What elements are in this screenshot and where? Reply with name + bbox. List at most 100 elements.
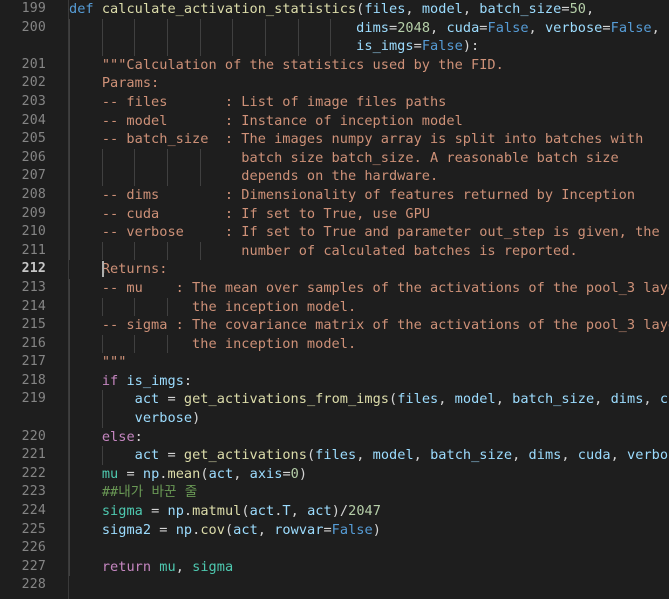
code-line[interactable]: 204 -- model : Instance of inception mod… xyxy=(0,111,669,131)
code-text[interactable]: """Calculation of the statistics used by… xyxy=(69,56,504,75)
code-text[interactable]: -- files : List of image files paths xyxy=(69,93,447,112)
code-token: ( xyxy=(241,503,250,520)
code-line[interactable]: 227 return mu, sigma xyxy=(0,557,669,577)
code-line[interactable]: 221 act = get_activations(files, model, … xyxy=(0,446,669,465)
code-text[interactable]: ##내가 바꾼 줄 xyxy=(69,483,197,502)
code-line[interactable]: 215 -- sigma : The covariance matrix of … xyxy=(0,316,669,335)
code-line[interactable]: is_imgs=False): xyxy=(0,37,669,56)
code-line[interactable]: 214 the inception model. xyxy=(0,297,669,317)
line-number: 219 xyxy=(21,391,46,407)
code-line[interactable]: 222 mu = np.mean(act, axis=0) xyxy=(0,464,669,484)
code-line[interactable]: 202 Params: xyxy=(0,74,669,93)
code-token: dims xyxy=(528,447,562,464)
line-number: 222 xyxy=(21,465,46,481)
code-text[interactable]: sigma2 = np.cov(act, rowvar=False) xyxy=(69,521,381,540)
line-number: 212 xyxy=(21,261,46,277)
code-line[interactable]: 225 sigma2 = np.cov(act, rowvar=False) xyxy=(0,520,669,540)
code-text[interactable]: act = get_activations(files, model, batc… xyxy=(69,446,669,465)
code-token: ( xyxy=(389,391,398,408)
code-text[interactable]: the inception model. xyxy=(69,335,356,354)
code-text[interactable]: return mu, sigma xyxy=(69,558,233,577)
code-line[interactable]: 209 -- cuda : If set to True, use GPU xyxy=(0,204,669,224)
line-number: 201 xyxy=(21,56,46,72)
code-token: depends on the hardware. xyxy=(69,168,439,185)
code-token: 2048 xyxy=(397,19,431,36)
code-token: = xyxy=(413,38,422,55)
code-text[interactable]: """ xyxy=(69,353,127,372)
line-number: 225 xyxy=(21,521,46,537)
code-token: , xyxy=(462,1,480,17)
code-text[interactable]: def calculate_activation_statistics(file… xyxy=(69,0,594,19)
code-text[interactable]: -- model : Instance of inception model xyxy=(69,112,463,131)
code-text[interactable]: -- sigma : The covariance matrix of the … xyxy=(69,316,669,335)
code-line[interactable]: 224 sigma = np.matmul(act.T, act)/2047 xyxy=(0,502,669,521)
code-line[interactable]: 219 act = get_activations_from_imgs(file… xyxy=(0,390,669,410)
code-editor[interactable]: 199 def calculate_activation_statistics(f… xyxy=(0,0,669,599)
line-number: 206 xyxy=(21,149,46,165)
code-lines-container[interactable]: 199 def calculate_activation_statistics(f… xyxy=(0,0,669,595)
code-line[interactable]: 206 batch size batch_size. A reasonable … xyxy=(0,148,669,168)
line-number: 204 xyxy=(21,112,46,128)
code-token: files xyxy=(315,447,357,464)
code-line[interactable]: 208 -- dims : Dimensionality of features… xyxy=(0,185,669,205)
code-line[interactable]: 207 depends on the hardware. xyxy=(0,167,669,186)
code-token: False xyxy=(487,19,529,36)
code-line[interactable]: 212 Returns: xyxy=(0,260,669,279)
code-line[interactable]: 200 dims=2048, cuda=False, verbose=False… xyxy=(0,18,669,38)
code-text[interactable]: number of calculated batches is reported… xyxy=(69,242,578,261)
line-number: 208 xyxy=(21,186,46,202)
code-token: batch_size xyxy=(512,391,595,408)
code-text[interactable]: mu = np.mean(act, axis=0) xyxy=(69,465,307,484)
code-token: = xyxy=(118,465,143,482)
code-text[interactable]: batch size batch_size. A reasonable batc… xyxy=(69,149,619,168)
code-line[interactable]: 213 -- mu : The mean over samples of the… xyxy=(0,278,669,298)
code-text[interactable]: sigma = np.matmul(act.T, act)/2047 xyxy=(69,502,381,521)
code-line[interactable]: verbose) xyxy=(0,409,669,428)
code-token: , xyxy=(405,1,422,17)
code-text[interactable]: verbose) xyxy=(69,409,201,428)
line-number: 220 xyxy=(21,428,46,444)
code-text[interactable]: act = get_activations_from_imgs(files, m… xyxy=(69,390,669,409)
code-token: , xyxy=(430,19,447,36)
code-text[interactable]: is_imgs=False): xyxy=(69,37,479,56)
code-text[interactable]: the inception model. xyxy=(69,298,356,317)
code-line[interactable]: 205 -- batch_size : The images numpy arr… xyxy=(0,130,669,149)
code-line[interactable]: 211 number of calculated batches is repo… xyxy=(0,241,669,261)
code-token: batch_size xyxy=(479,1,562,17)
code-text[interactable]: Params: xyxy=(69,74,159,93)
code-line[interactable]: 226 xyxy=(0,539,669,558)
code-text[interactable]: else: xyxy=(69,428,143,447)
code-line[interactable]: 223 ##내가 바꾼 줄 xyxy=(0,483,669,503)
code-text[interactable]: depends on the hardware. xyxy=(69,167,438,186)
code-text[interactable]: if is_imgs: xyxy=(69,372,192,391)
code-text[interactable]: -- batch_size : The images numpy array i… xyxy=(69,130,643,149)
code-text[interactable]: -- dims : Dimensionality of features ret… xyxy=(69,186,635,205)
code-line[interactable]: 199 def calculate_activation_statistics(f… xyxy=(0,0,669,19)
code-line[interactable]: 203 -- files : List of image files paths xyxy=(0,92,669,112)
code-line[interactable]: 228 xyxy=(0,576,669,595)
code-token: rowvar xyxy=(274,521,324,538)
code-line[interactable]: 220 else: xyxy=(0,427,669,447)
code-token: np xyxy=(175,521,193,538)
code-token: ##내가 바꾼 줄 xyxy=(101,484,198,501)
line-number: 224 xyxy=(21,503,46,519)
code-line[interactable]: 201 """Calculation of the statistics use… xyxy=(0,55,669,75)
code-text[interactable]: -- verbose : If set to True and paramete… xyxy=(69,223,660,242)
code-line[interactable]: 218 if is_imgs: xyxy=(0,371,669,391)
code-line[interactable]: 216 the inception model. xyxy=(0,334,669,354)
code-text[interactable]: -- cuda : If set to True, use GPU xyxy=(69,205,430,224)
code-text[interactable]: Returns: xyxy=(69,260,168,279)
line-number: 215 xyxy=(21,317,46,333)
code-token: , xyxy=(175,558,193,575)
code-line[interactable]: 210 -- verbose : If set to True and para… xyxy=(0,223,669,242)
line-number: 223 xyxy=(21,484,46,500)
code-token: get_activations_from_imgs xyxy=(183,391,389,408)
line-number: 200 xyxy=(21,19,46,35)
code-token: is_imgs xyxy=(126,372,184,389)
code-text[interactable]: dims=2048, cuda=False, verbose=False, xyxy=(69,19,660,38)
code-token: cuda xyxy=(577,447,611,464)
code-token: files xyxy=(397,391,439,408)
code-text[interactable]: -- mu : The mean over samples of the act… xyxy=(69,279,669,298)
code-line[interactable]: 217 """ xyxy=(0,353,669,372)
code-token: , xyxy=(651,19,660,36)
